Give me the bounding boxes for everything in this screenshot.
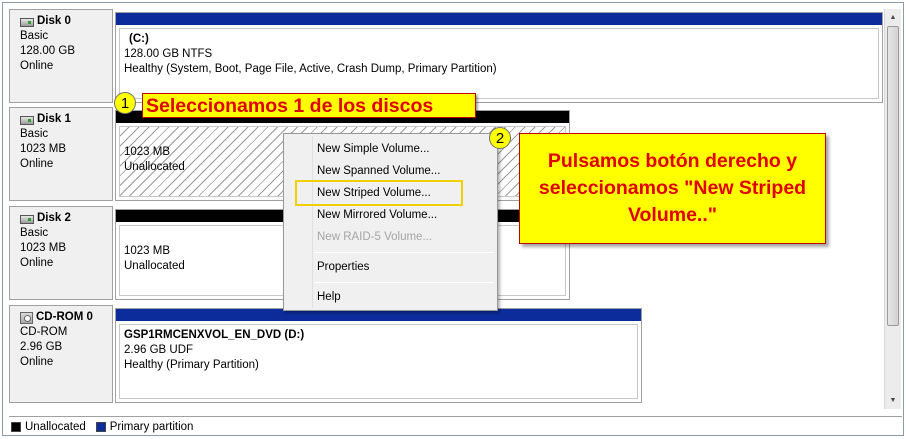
- menu-gutter: [312, 136, 313, 308]
- disk-status: Online: [20, 158, 54, 170]
- disk-status: Online: [20, 60, 54, 72]
- menu-new-spanned-volume[interactable]: New Spanned Volume...: [317, 161, 440, 181]
- menu-properties[interactable]: Properties: [317, 257, 369, 277]
- volume-d[interactable]: GSP1RMCENXVOL_EN_DVD (D:) 2.96 GB UDF He…: [115, 308, 642, 403]
- disk-2-label[interactable]: Disk 2 Basic 1023 MB Online: [9, 206, 113, 300]
- hard-disk-icon: [20, 17, 34, 27]
- disk-size: 128.00 GB: [20, 45, 75, 57]
- volume-c[interactable]: (C:) 128.00 GB NTFS Healthy (System, Boo…: [115, 12, 883, 103]
- menu-help[interactable]: Help: [317, 287, 341, 307]
- disk-type: CD-ROM: [20, 326, 68, 338]
- scroll-thumb[interactable]: [887, 26, 899, 326]
- disk-type: Basic: [20, 128, 49, 140]
- legend-primary: Primary partition: [109, 420, 194, 433]
- disk-name: Disk 0: [37, 15, 71, 27]
- step-2-badge: 2: [489, 127, 511, 149]
- menu-new-mirrored-volume[interactable]: New Mirrored Volume...: [317, 205, 437, 225]
- step-1-callout: Seleccionamos 1 de los discos: [142, 93, 476, 118]
- hard-disk-icon: [20, 214, 34, 224]
- disk-1-label[interactable]: Disk 1 Basic 1023 MB Online: [9, 107, 113, 201]
- menu-new-simple-volume[interactable]: New Simple Volume...: [317, 139, 430, 159]
- disk-size: 2.96 GB: [20, 341, 63, 353]
- disk-0-label[interactable]: Disk 0 Basic 128.00 GB Online: [9, 9, 113, 103]
- legend: Unallocated Primary partition: [9, 416, 902, 436]
- disk-name: Disk 1: [37, 113, 71, 125]
- context-menu: New Simple Volume... New Spanned Volume.…: [283, 133, 498, 311]
- volume-size: 128.00 GB NTFS: [124, 48, 213, 60]
- volume-title: (C:): [129, 33, 149, 45]
- legend-unallocated: Unallocated: [25, 420, 86, 433]
- disk-name: CD-ROM 0: [36, 311, 93, 323]
- striped-volume-highlight: [295, 180, 463, 206]
- disk-size: 1023 MB: [20, 242, 67, 254]
- disk-status: Online: [20, 356, 54, 368]
- unallocated-swatch: [11, 421, 21, 432]
- disk-type: Basic: [20, 227, 49, 239]
- step-1-badge: 1: [114, 92, 136, 114]
- scroll-down-icon[interactable]: ▼: [885, 392, 901, 409]
- vertical-scrollbar[interactable]: ▲ ▼: [884, 9, 901, 409]
- disk-status: Online: [20, 257, 54, 269]
- volume-status: Healthy (System, Boot, Page File, Active…: [124, 63, 497, 75]
- cd-drive-icon: [20, 311, 33, 324]
- hard-disk-icon: [20, 115, 34, 125]
- disk-name: Disk 2: [37, 212, 71, 224]
- volume-title: GSP1RMCENXVOL_EN_DVD (D:): [124, 329, 305, 341]
- volume-size: 2.96 GB UDF: [124, 344, 194, 356]
- disk-size: 1023 MB: [20, 143, 67, 155]
- primary-partition-bar: [116, 13, 882, 25]
- step-2-callout: Pulsamos botón derecho y seleccionamos "…: [519, 133, 826, 244]
- cdrom-0-label[interactable]: CD-ROM 0 CD-ROM 2.96 GB Online: [9, 305, 113, 403]
- volume-body: GSP1RMCENXVOL_EN_DVD (D:) 2.96 GB UDF He…: [119, 324, 638, 399]
- menu-separator: [314, 252, 494, 253]
- menu-new-raid5-volume: New RAID-5 Volume...: [317, 231, 433, 243]
- scroll-up-icon[interactable]: ▲: [885, 9, 901, 26]
- volume-body: (C:) 128.00 GB NTFS Healthy (System, Boo…: [119, 28, 879, 99]
- disk-type: Basic: [20, 30, 49, 42]
- volume-status: Healthy (Primary Partition): [124, 359, 259, 371]
- menu-separator: [314, 282, 494, 283]
- primary-partition-swatch: [95, 421, 106, 432]
